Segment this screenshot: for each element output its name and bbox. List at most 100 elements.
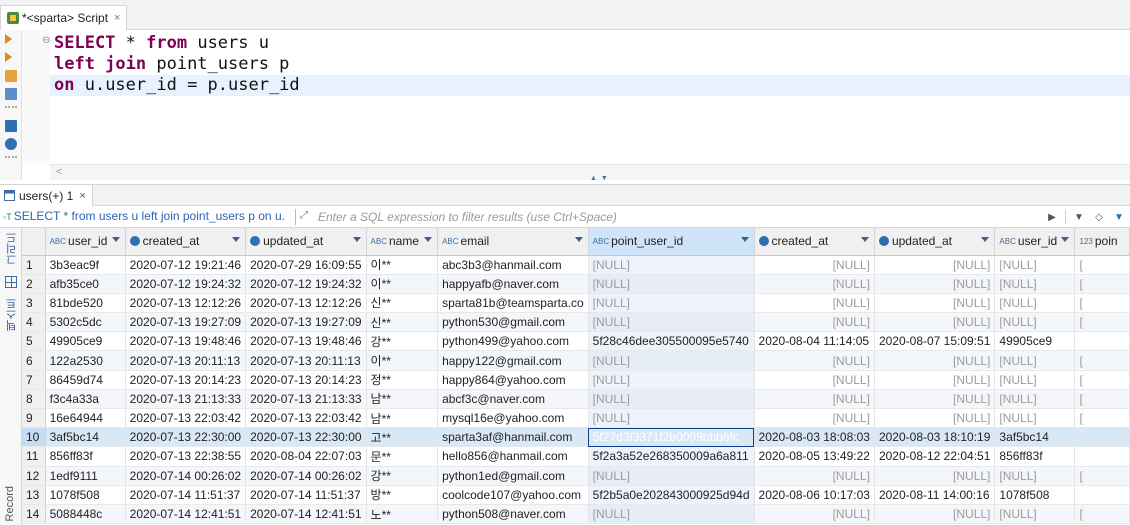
- results-tab[interactable]: users(+) 1 ×: [0, 185, 93, 206]
- table-cell[interactable]: 5f27d3f3371f2b0009bbb6fc: [588, 427, 755, 448]
- table-cell[interactable]: f3c4a33a: [45, 389, 126, 410]
- table-cell[interactable]: [NULL]: [874, 274, 996, 294]
- filter-history-icon[interactable]: ▶: [1045, 210, 1059, 224]
- table-cell[interactable]: [NULL]: [994, 408, 1076, 429]
- column-header-created-at[interactable]: created_at: [125, 228, 247, 256]
- table-row[interactable]: 13 1078f508 2020-07-14 11:51:37 2020-07-14 …: [22, 485, 1130, 505]
- table-row[interactable]: 7 86459d74 2020-07-13 20:14:23 2020-07-13 2…: [22, 370, 1130, 390]
- table-cell[interactable]: happy864@yahoo.com: [437, 370, 589, 390]
- table-cell[interactable]: 49905ce9: [45, 331, 126, 352]
- table-cell[interactable]: [NULL]: [874, 370, 996, 390]
- table-row[interactable]: 9 16e64944 2020-07-13 22:03:42 2020-07-13 2…: [22, 408, 1130, 429]
- chevron-down-icon[interactable]: [860, 237, 869, 242]
- table-cell[interactable]: happy122@gmail.com: [437, 350, 589, 371]
- column-header-updated-at[interactable]: updated_at: [245, 228, 367, 256]
- chevron-down-icon[interactable]: [232, 237, 241, 242]
- table-cell[interactable]: [NULL]: [874, 504, 996, 525]
- table-cell[interactable]: 2020-07-14 11:51:37: [125, 485, 247, 505]
- table-cell[interactable]: [NULL]: [588, 350, 755, 371]
- table-cell[interactable]: [NULL]: [874, 466, 996, 486]
- table-cell[interactable]: python1ed@gmail.com: [437, 466, 589, 486]
- table-cell[interactable]: [NULL]: [994, 274, 1076, 294]
- table-cell[interactable]: [: [1074, 504, 1130, 525]
- table-cell[interactable]: [NULL]: [994, 293, 1076, 314]
- table-cell[interactable]: [: [1074, 312, 1130, 333]
- table-cell[interactable]: 3af5bc14: [45, 427, 126, 448]
- table-cell[interactable]: 81bde520: [45, 293, 126, 314]
- table-row[interactable]: 4 5302c5dc 2020-07-13 19:27:09 2020-07-13 1…: [22, 312, 1130, 333]
- table-cell[interactable]: [: [1074, 274, 1130, 294]
- table-cell[interactable]: 강**: [366, 331, 439, 352]
- column-header-poin[interactable]: 123 poin: [1074, 228, 1130, 256]
- table-cell[interactable]: [NULL]: [754, 255, 875, 275]
- table-cell[interactable]: 2020-08-04 11:14:05: [754, 331, 875, 352]
- table-cell[interactable]: 2020-07-12 19:21:46: [125, 255, 247, 275]
- table-cell[interactable]: [NULL]: [754, 370, 875, 390]
- table-cell[interactable]: 2020-08-03 18:10:19: [874, 427, 996, 448]
- table-cell[interactable]: 정**: [366, 370, 439, 390]
- table-cell[interactable]: 3af5bc14: [994, 427, 1076, 448]
- table-cell[interactable]: 2020-08-07 15:09:51: [874, 331, 996, 352]
- table-cell[interactable]: [NULL]: [588, 274, 755, 294]
- table-cell[interactable]: 2020-07-13 21:13:33: [125, 389, 247, 410]
- table-cell[interactable]: [NULL]: [754, 504, 875, 525]
- table-row[interactable]: 5 49905ce9 2020-07-13 19:48:46 2020-07-13 1…: [22, 331, 1130, 352]
- table-row[interactable]: 3 81bde520 2020-07-13 12:12:26 2020-07-13 1…: [22, 293, 1130, 314]
- table-cell[interactable]: 문**: [366, 446, 439, 467]
- expand-icon[interactable]: ⤢: [300, 210, 308, 221]
- table-cell[interactable]: 2020-07-13 19:27:09: [125, 312, 247, 333]
- table-cell[interactable]: [NULL]: [588, 255, 755, 275]
- table-cell[interactable]: 2020-07-13 12:12:26: [125, 293, 247, 314]
- table-cell[interactable]: 2020-07-13 22:30:00: [245, 427, 367, 448]
- table-cell[interactable]: abcf3c@naver.com: [437, 389, 589, 410]
- scroll-left-icon[interactable]: <: [56, 166, 62, 178]
- table-cell[interactable]: 1078f508: [45, 485, 126, 505]
- table-cell[interactable]: 이**: [366, 350, 439, 371]
- table-cell[interactable]: 5f28c46dee305500095e5740: [588, 331, 755, 352]
- table-cell[interactable]: [NULL]: [874, 389, 996, 410]
- table-cell[interactable]: [NULL]: [874, 408, 996, 429]
- chevron-down-icon[interactable]: [111, 237, 120, 242]
- table-cell[interactable]: [NULL]: [994, 350, 1076, 371]
- explain-plan-icon[interactable]: [5, 70, 17, 82]
- table-cell[interactable]: 남**: [366, 408, 439, 429]
- table-cell[interactable]: [NULL]: [874, 350, 996, 371]
- chevron-down-icon[interactable]: [740, 237, 749, 242]
- table-cell[interactable]: 49905ce9: [994, 331, 1076, 352]
- load-script-icon[interactable]: [5, 88, 17, 100]
- table-cell[interactable]: abc3b3@hanmail.com: [437, 255, 589, 275]
- panel-splitter-handle[interactable]: [590, 175, 620, 183]
- execute-statement-icon[interactable]: [5, 34, 12, 44]
- table-cell[interactable]: 2020-07-29 16:09:55: [245, 255, 367, 275]
- table-cell[interactable]: [NULL]: [588, 312, 755, 333]
- table-cell[interactable]: 856ff83f: [45, 446, 126, 467]
- table-cell[interactable]: [: [1074, 466, 1130, 486]
- table-cell[interactable]: [NULL]: [588, 466, 755, 486]
- table-cell[interactable]: 2020-07-13 22:03:42: [245, 408, 367, 429]
- table-cell[interactable]: [NULL]: [874, 293, 996, 314]
- table-cell[interactable]: 강**: [366, 466, 439, 486]
- table-cell[interactable]: 2020-07-13 20:11:13: [125, 350, 247, 371]
- table-row[interactable]: 12 1edf9111 2020-07-14 00:26:02 2020-07-14 …: [22, 466, 1130, 486]
- table-cell[interactable]: 122a2530: [45, 350, 126, 371]
- table-cell[interactable]: 2020-07-13 21:13:33: [245, 389, 367, 410]
- table-cell[interactable]: 2020-07-14 00:26:02: [125, 466, 247, 486]
- table-cell[interactable]: happyafb@naver.com: [437, 274, 589, 294]
- table-cell[interactable]: 86459d74: [45, 370, 126, 390]
- table-cell[interactable]: 이**: [366, 274, 439, 294]
- sql-editor[interactable]: ⊖ SELECT * from users u left join point_…: [22, 30, 1130, 180]
- table-cell[interactable]: sparta81b@teamsparta.co: [437, 293, 589, 314]
- column-header-point-user-id[interactable]: ABC point_user_id: [588, 228, 755, 256]
- table-cell[interactable]: 2020-07-13 20:14:23: [125, 370, 247, 390]
- table-cell[interactable]: 3b3eac9f: [45, 255, 126, 275]
- column-header-created-at[interactable]: created_at: [754, 228, 875, 256]
- table-cell[interactable]: sparta3af@hanmail.com: [437, 427, 589, 448]
- chevron-down-icon[interactable]: [424, 237, 433, 242]
- table-cell[interactable]: [NULL]: [994, 312, 1076, 333]
- column-header-user-id[interactable]: ABC user_id: [45, 228, 126, 256]
- table-cell[interactable]: 2020-07-14 11:51:37: [245, 485, 367, 505]
- table-cell[interactable]: 2020-07-13 19:48:46: [245, 331, 367, 352]
- table-cell[interactable]: 2020-07-13 12:12:26: [245, 293, 367, 314]
- table-cell[interactable]: 2020-07-13 22:03:42: [125, 408, 247, 429]
- table-cell[interactable]: [NULL]: [754, 312, 875, 333]
